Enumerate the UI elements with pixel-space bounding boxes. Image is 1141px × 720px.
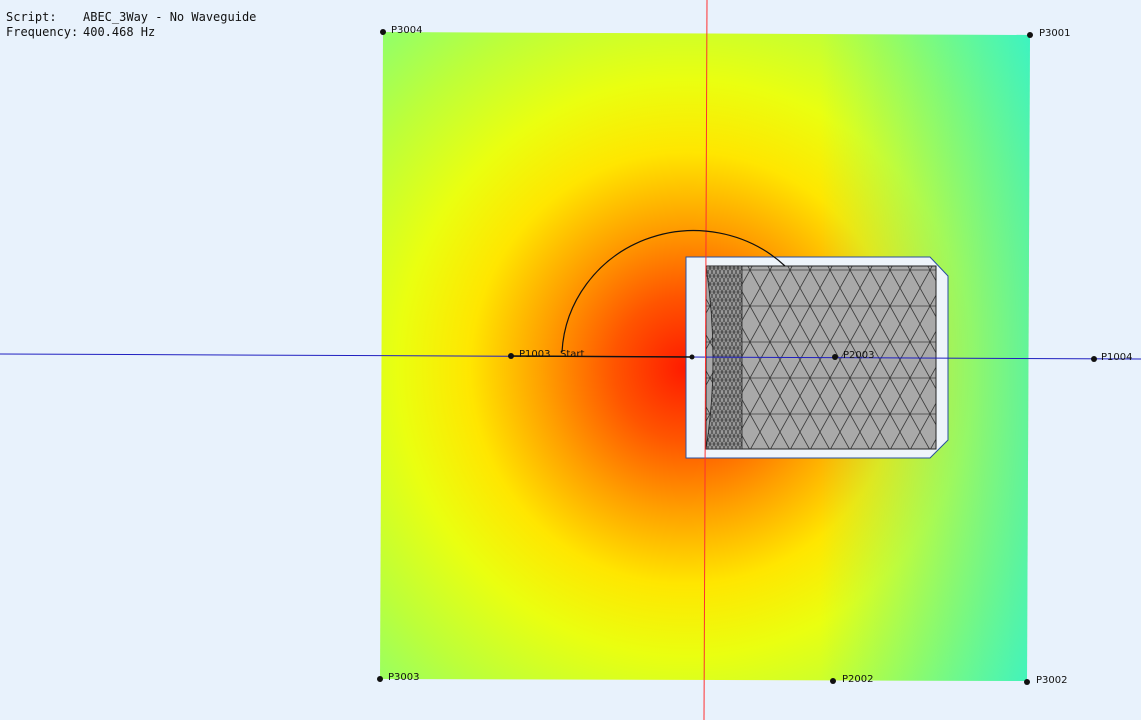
point-origin[interactable] <box>689 354 695 360</box>
point-p3001[interactable]: P3001 <box>1027 28 1070 39</box>
point-p1004[interactable]: P1004 <box>1091 352 1132 363</box>
svg-text:P3003: P3003 <box>388 672 419 683</box>
svg-text:P2003: P2003 <box>843 350 874 361</box>
svg-text:P1004: P1004 <box>1101 352 1132 363</box>
point-p3002[interactable]: P3002 <box>1024 675 1067 686</box>
svg-text:P2002: P2002 <box>842 674 873 685</box>
svg-text:P3004: P3004 <box>391 25 422 36</box>
svg-text:P1003: P1003 <box>519 349 550 360</box>
field-viewport[interactable]: P3004 P3001 P1004 P2003 P1003 Start P300… <box>0 0 1141 720</box>
svg-text:P3001: P3001 <box>1039 28 1070 39</box>
point-p1003[interactable]: P1003 Start <box>508 349 585 360</box>
start-label: Start <box>560 349 585 360</box>
svg-text:P3002: P3002 <box>1036 675 1067 686</box>
